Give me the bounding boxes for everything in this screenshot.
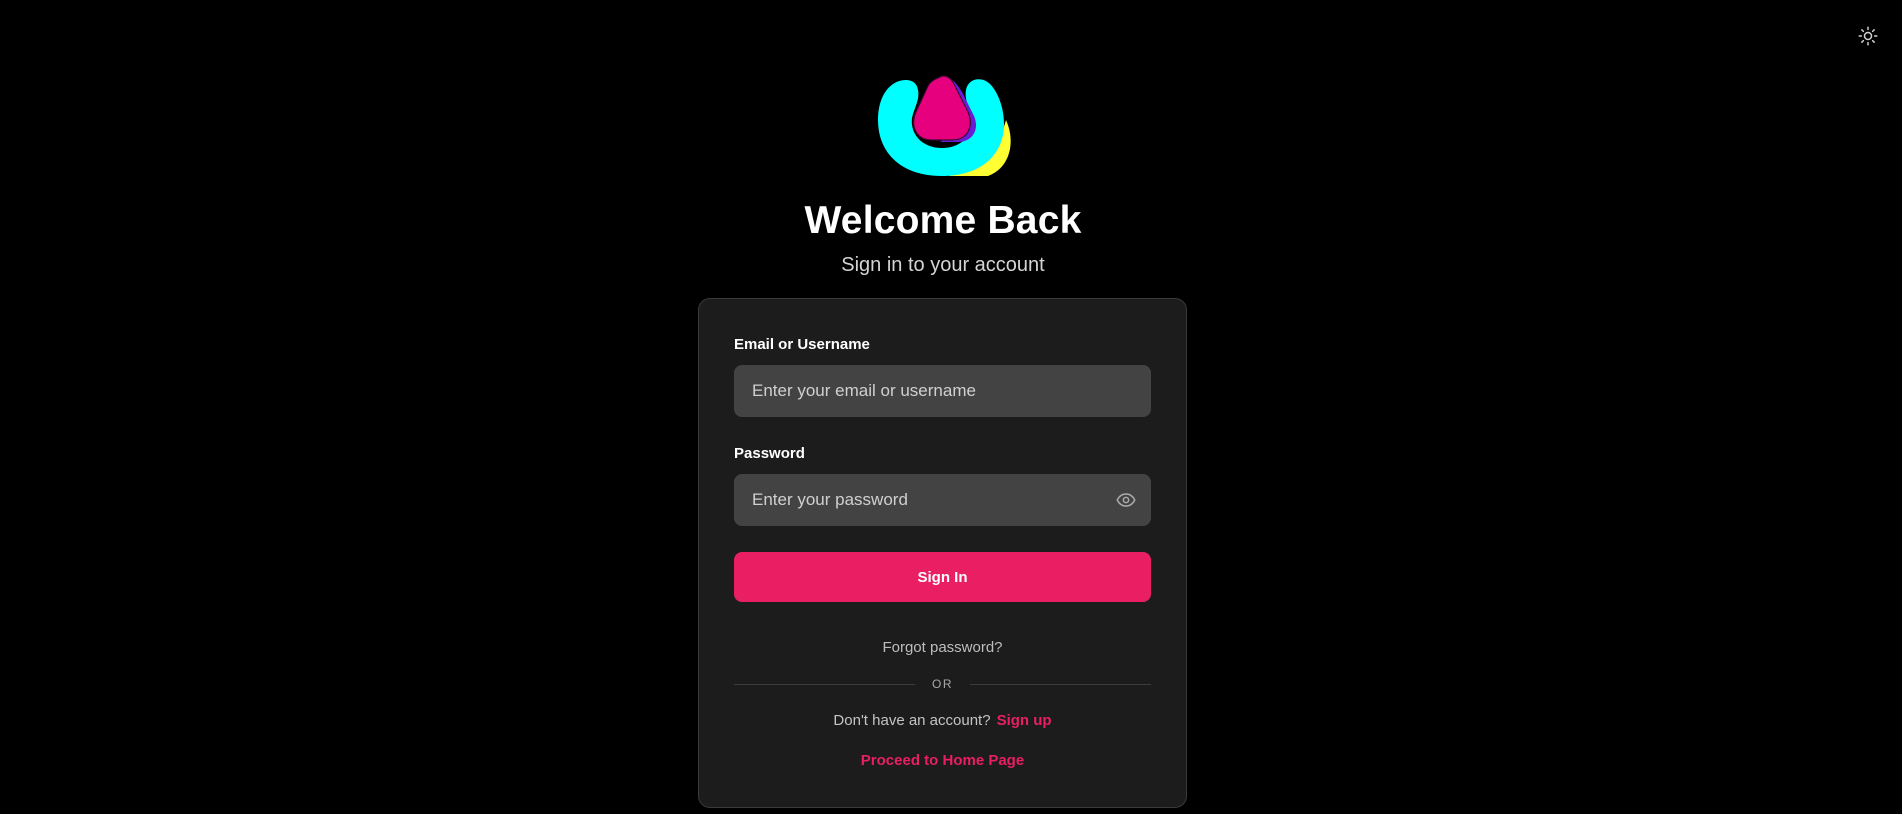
login-card: Email or Username Password Sign In Forgo… xyxy=(698,298,1187,808)
password-field[interactable] xyxy=(734,474,1151,526)
proceed-home-link[interactable]: Proceed to Home Page xyxy=(699,752,1186,769)
signup-row: Don't have an account? Sign up xyxy=(699,712,1186,729)
sign-in-button[interactable]: Sign In xyxy=(734,552,1151,602)
theme-toggle-button[interactable] xyxy=(1856,24,1880,48)
forgot-password-link[interactable]: Forgot password? xyxy=(699,639,1186,656)
email-label: Email or Username xyxy=(734,336,870,353)
eye-icon[interactable] xyxy=(1115,489,1137,511)
email-field[interactable] xyxy=(734,365,1151,417)
login-page: Welcome Back Sign in to your account Ema… xyxy=(0,0,1902,814)
password-label: Password xyxy=(734,445,805,462)
page-subtitle: Sign in to your account xyxy=(841,254,1045,276)
sun-icon xyxy=(1858,26,1878,46)
signup-prompt: Don't have an account? xyxy=(833,712,991,729)
divider-line xyxy=(970,684,1151,685)
sign-up-link[interactable]: Sign up xyxy=(997,712,1052,729)
page-title: Welcome Back xyxy=(804,199,1082,242)
brand-logo-icon xyxy=(870,72,1016,180)
